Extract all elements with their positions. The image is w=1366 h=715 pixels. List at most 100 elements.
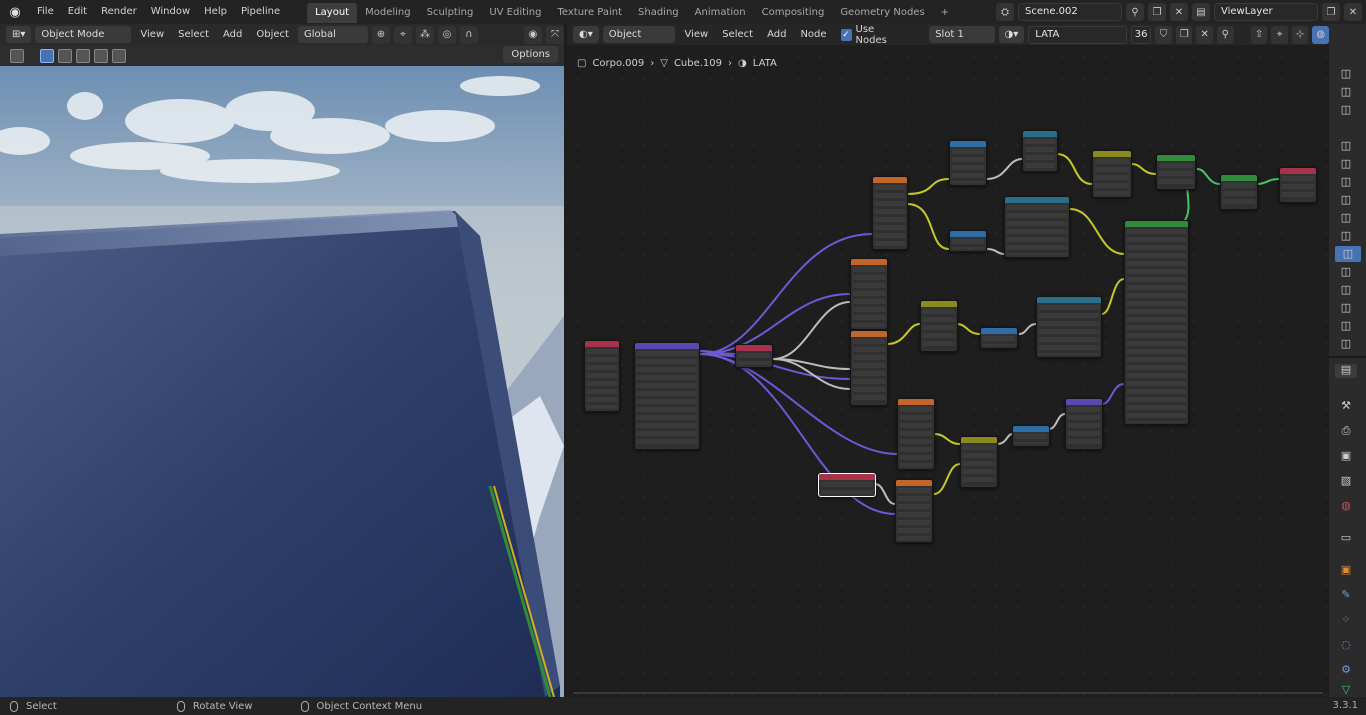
camera-icon-active[interactable]: ◫ [1335, 246, 1361, 262]
select-box-icon[interactable] [10, 48, 24, 63]
blender-logo-icon[interactable]: ◉ [0, 0, 30, 24]
camera-icon[interactable]: ◫ [1339, 266, 1353, 278]
collection-icon[interactable]: ▭ [1339, 532, 1353, 544]
camera-icon[interactable]: ◫ [1339, 338, 1353, 350]
gizmo-icon[interactable]: ⤧ [546, 25, 564, 44]
shader-node-editor[interactable]: ◐▾ Object View Select Add Node ✓ Use Node… [567, 24, 1329, 697]
tab-layout[interactable]: Layout [307, 3, 358, 23]
menu-file[interactable]: File [30, 0, 61, 24]
menu-render[interactable]: Render [94, 0, 144, 24]
node-color-ramp-a[interactable] [1004, 196, 1070, 258]
proportional-icon[interactable]: ◎ [437, 25, 456, 44]
tab-sculpting[interactable]: Sculpting [419, 3, 482, 23]
menu-edit[interactable]: Edit [61, 0, 94, 24]
node-noise-texture-d[interactable] [897, 398, 935, 470]
scene-icon[interactable]: ◍ [1339, 500, 1353, 512]
new-layer-icon[interactable]: ❐ [1322, 3, 1340, 21]
mode-intersect-icon[interactable] [112, 48, 126, 63]
snap-target-icon[interactable]: ⁂ [415, 25, 434, 44]
falloff-icon[interactable]: ∩ [459, 25, 478, 44]
view-layer-icon[interactable]: ▧ [1339, 475, 1353, 487]
visibility-icon[interactable]: ◉ [524, 25, 542, 44]
tab-compositing[interactable]: Compositing [754, 3, 833, 23]
node-noise-texture-b[interactable] [850, 258, 888, 330]
camera-icon[interactable]: ◫ [1339, 158, 1353, 170]
node-principled-bsdf[interactable] [1124, 220, 1189, 425]
camera-icon[interactable]: ◫ [1339, 176, 1353, 188]
node-math-b[interactable] [980, 327, 1018, 349]
render-icon[interactable]: ⎙ [1339, 425, 1353, 437]
camera-icon[interactable]: ◫ [1339, 104, 1353, 116]
data-icon[interactable]: ▽ [1339, 684, 1353, 696]
camera-icon[interactable]: ◫ [1339, 194, 1353, 206]
tool-icon[interactable]: ⚒ [1339, 400, 1353, 412]
camera-icon[interactable]: ◫ [1339, 230, 1353, 242]
node-value-selected[interactable] [818, 473, 876, 497]
menu-pipeline[interactable]: Pipeline [234, 0, 287, 24]
scene-field[interactable]: Scene.002 [1018, 3, 1122, 21]
node-noise-texture-e[interactable] [895, 479, 933, 543]
options-dropdown[interactable]: Options [503, 46, 558, 63]
modifier-wrench-icon[interactable]: ✎ [1339, 589, 1353, 601]
mode-subtract-icon[interactable] [76, 48, 90, 63]
menu-select[interactable]: Select [173, 29, 214, 40]
node-noise-texture-a[interactable] [872, 176, 908, 250]
node-mapping[interactable] [634, 342, 700, 450]
object-icon[interactable]: ▣ [1339, 564, 1353, 576]
node-mix-rgb-a[interactable] [1092, 150, 1132, 198]
tab-geometry-nodes[interactable]: Geometry Nodes [832, 3, 932, 23]
view-layer-icon[interactable]: ▤ [1192, 3, 1210, 21]
3d-viewport[interactable]: ⊞▾ Object Mode View Select Add Object Gl… [0, 24, 564, 697]
node-noise-texture-c[interactable] [850, 330, 888, 406]
camera-icon[interactable]: ◫ [1339, 212, 1353, 224]
physics-icon[interactable]: ◌ [1339, 639, 1353, 651]
view-layer-field[interactable]: ViewLayer [1214, 3, 1318, 21]
constraints-icon[interactable]: ⚙ [1339, 664, 1353, 676]
node-combine[interactable] [1022, 130, 1058, 172]
node-texture-coordinate[interactable] [584, 340, 620, 412]
close-scene-icon[interactable]: ✕ [1170, 3, 1188, 21]
camera-icon[interactable]: ◫ [1339, 320, 1353, 332]
menu-help[interactable]: Help [197, 0, 234, 24]
scene-icon[interactable]: ⛭ [996, 3, 1014, 21]
tab-shading[interactable]: Shading [630, 3, 687, 23]
camera-icon[interactable]: ◫ [1339, 68, 1353, 80]
add-workspace-button[interactable]: + [933, 3, 957, 23]
mode-dropdown[interactable]: Object Mode [35, 26, 132, 43]
node-math-c[interactable] [1012, 425, 1050, 447]
node-add-shader[interactable] [1220, 174, 1258, 210]
menu-add[interactable]: Add [218, 29, 247, 40]
camera-icon[interactable]: ◫ [1339, 86, 1353, 98]
node-mix-shader[interactable] [1156, 154, 1196, 190]
node-mix-rgb-c[interactable] [960, 436, 998, 488]
snap-icon[interactable]: ⌖ [393, 25, 412, 44]
output-icon[interactable]: ▣ [1339, 450, 1353, 462]
tab-texture-paint[interactable]: Texture Paint [549, 3, 630, 23]
node-bump[interactable] [1065, 398, 1103, 450]
mode-extend-icon[interactable] [58, 48, 72, 63]
menu-view[interactable]: View [135, 29, 169, 40]
tab-uv-editing[interactable]: UV Editing [481, 3, 549, 23]
close-layer-icon[interactable]: ✕ [1344, 3, 1362, 21]
particles-icon[interactable]: ⁘ [1339, 614, 1353, 626]
pivot-icon[interactable]: ⊕ [371, 25, 390, 44]
tab-animation[interactable]: Animation [687, 3, 754, 23]
node-mix-rgb-b[interactable] [920, 300, 958, 352]
mode-new-icon[interactable] [40, 48, 54, 63]
camera-icon[interactable]: ◫ [1339, 284, 1353, 296]
menu-object[interactable]: Object [251, 29, 294, 40]
editor-type-icon[interactable]: ▤ [1335, 364, 1357, 378]
camera-icon[interactable]: ◫ [1339, 302, 1353, 314]
horizontal-scrollbar[interactable] [573, 692, 1323, 694]
node-reroute-frame[interactable] [735, 344, 773, 368]
menu-window[interactable]: Window [144, 0, 197, 24]
node-math-a[interactable] [949, 230, 987, 252]
tab-modeling[interactable]: Modeling [357, 3, 419, 23]
node-separate-xyz[interactable] [949, 140, 987, 186]
pin-icon[interactable]: ⚲ [1126, 3, 1144, 21]
node-color-ramp-b[interactable] [1036, 296, 1102, 358]
mode-invert-icon[interactable] [94, 48, 108, 63]
new-scene-icon[interactable]: ❐ [1148, 3, 1166, 21]
node-material-output[interactable] [1279, 167, 1317, 203]
editor-type-icon[interactable]: ⊞▾ [6, 26, 32, 43]
